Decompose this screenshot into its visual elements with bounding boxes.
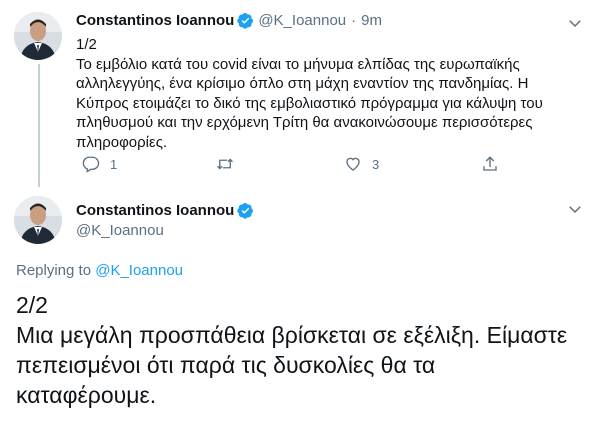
tweet-1-header: Constantinos Ioannou @K_Ioannou · 9m [76,12,382,29]
chevron-down-icon[interactable] [566,14,584,32]
avatar[interactable] [14,196,62,244]
replying-to-label: Replying to [16,262,92,279]
tweet-text-line: πληροφορίες. [76,133,168,151]
reply-count: 1 [110,156,118,172]
author-handle[interactable]: @K_Ioannou [258,12,346,29]
replying-to: Replying to @K_Ioannou [16,262,183,279]
like-icon [344,155,362,173]
reply-button[interactable]: 1 [82,155,117,173]
reply-icon [82,155,100,173]
tweet-2-header: Constantinos Ioannou [76,202,254,219]
tweet-text-line: Το εμβόλιο κατά του covid είναι το μήνυμ… [76,55,520,73]
author-name[interactable]: Constantinos Ioannou [76,202,234,219]
replying-to-mention[interactable]: @K_Ioannou [95,262,183,279]
thread-connector [38,64,40,187]
tweet-text-line: Κύπρος ετοιμάζει το δικό της εμβολιαστικ… [76,94,543,112]
tweet-text-line: πληθυσμού και την ερχόμενη Τρίτη θα ανακ… [76,114,533,131]
verified-badge-icon [237,202,254,219]
tweet-text-line: Μια μεγάλη προσπάθεια βρίσκεται σε εξέλι… [16,322,568,348]
dot-separator: · [351,12,357,29]
tweet-text-line: πεπεισμένοι ότι παρά τις δυσκολίες θα τα [16,352,436,378]
retweet-button[interactable] [215,155,245,173]
share-icon [481,155,499,173]
tweet-text-line: 2/2 [16,292,48,318]
tweet-text-line: αλληλεγγύης, ένα κρίσιμο όπλο στη μάχη ε… [76,75,529,92]
like-button[interactable]: 3 [344,155,379,173]
retweet-icon [215,155,235,173]
tweet-text-line: 1/2 [76,36,97,53]
like-count: 3 [372,156,380,172]
tweet-text-line: καταφέρουμε. [16,382,157,408]
chevron-down-icon[interactable] [566,200,584,218]
tweet-1-text: 1/2 Το εμβόλιο κατά του covid είναι το μ… [76,35,576,152]
verified-badge-icon [237,12,254,29]
tweet-1-actions: 1 3 [76,152,516,178]
avatar[interactable] [14,12,62,60]
tweet-2-text: 2/2 Μια μεγάλη προσπάθεια βρίσκεται σε ε… [16,290,576,410]
share-button[interactable] [481,155,499,173]
author-name[interactable]: Constantinos Ioannou [76,12,234,29]
author-handle[interactable]: @K_Ioannou [76,222,164,239]
tweet-time[interactable]: 9m [361,12,382,29]
